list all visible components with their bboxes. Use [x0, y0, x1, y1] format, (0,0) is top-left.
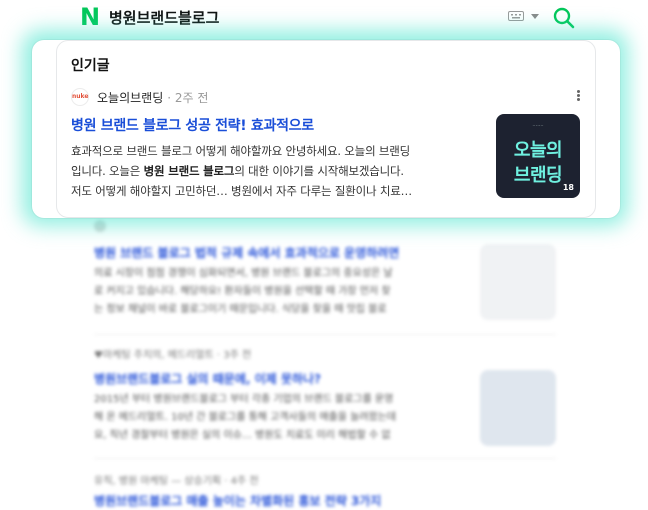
list-item-text: 요, 직년 경찰부터 병원은 실의 이슈… 병원도 치료도 미리 해법할 수 없: [94, 430, 391, 441]
excerpt-line: 입니다. 오늘은 병원 브랜드 블로그의 대한 이야기를 시작해보겠습니다.: [71, 161, 485, 181]
list-item-thumbnail[interactable]: [480, 244, 556, 320]
chevron-down-icon[interactable]: [531, 14, 539, 19]
author-avatar[interactable]: nuke: [71, 88, 89, 106]
list-item-title[interactable]: 병원 브랜드 블로그 법적 규제 속에서 효과적으로 운영하려면: [94, 244, 399, 261]
section-title: 인기글: [71, 58, 110, 74]
list-item-text: 는 정보 채널이 바로 블로그이기 때문입니다. 식당을 찾을 때 맛집 블로: [94, 304, 387, 315]
divider: [94, 334, 556, 335]
list-item-text: 의료 시장이 점점 경쟁이 심화되면서, 병원 브랜드 블로그의 중요성은 날: [94, 268, 393, 279]
image-count-badge: 18: [562, 183, 574, 192]
list-item-thumbnail[interactable]: [480, 370, 556, 446]
naver-logo[interactable]: N: [80, 5, 102, 29]
post-thumbnail[interactable]: ······· 오늘의 브랜딩 18: [496, 114, 580, 198]
excerpt-keyword: 병원 브랜드 블로그: [143, 164, 235, 178]
list-item-author[interactable]: 유직, 병원 마케팅 — 상승기획 · 4주 전: [94, 472, 259, 487]
list-item-title[interactable]: 병원브랜드블로그 실의 때문에, 이제 못하나?: [94, 370, 321, 387]
list-item-text: 해 온 메드리얼트. 10년 간 블로그를 통해 고객사들의 매출을 늘려왔는데: [94, 412, 397, 423]
keyboard-icon[interactable]: [508, 11, 524, 21]
divider: [94, 458, 556, 459]
search-icon[interactable]: [553, 7, 575, 29]
thumbnail-subtitle: ·······: [532, 123, 544, 129]
blurred-results-list: 병원 브랜드 블로그 법적 규제 속에서 효과적으로 운영하려면 의료 시장이 …: [80, 218, 570, 510]
list-item-text: 2015년 부터 병원브랜드블로그 부터 각종 기업의 브랜드 블로그를 운영: [94, 394, 394, 405]
excerpt-line: 효과적으로 브랜드 블로그 어떻게 해야할까요 안녕하세요. 오늘의 브랜딩: [71, 144, 411, 158]
thumbnail-text: 오늘의: [513, 140, 563, 161]
post-author-row[interactable]: nuke 오늘의브랜딩 · 2주 전: [71, 88, 208, 106]
post-title[interactable]: 병원 브랜드 블로그 성공 전략! 효과적으로: [71, 115, 314, 135]
post-time: · 2주 전: [167, 90, 209, 105]
list-item-author[interactable]: ♥마케팅 주치의, 메드리얼트 · 3주 전: [94, 346, 251, 361]
list-item-title[interactable]: 병원브랜드블로그 매출 높이는 차별화된 홍보 전략 3가지: [94, 492, 381, 509]
author-name[interactable]: 오늘의브랜딩: [97, 89, 163, 106]
search-query-text[interactable]: 병원브랜드블로그: [109, 7, 219, 28]
excerpt-text: 입니다. 오늘은: [71, 164, 144, 178]
list-item-text: 로 커지고 있습니다. 해당하요! 환자들이 병원을 선택할 때 가장 먼저 찾: [94, 286, 391, 297]
excerpt-line: 저도 어떻게 해야할지 고민하던… 병원에서 자주 다루는 질환이나 치료…: [71, 184, 412, 198]
more-options-icon[interactable]: [574, 89, 582, 105]
excerpt-text: 의 대한 이야기를 시작해보겠습니다.: [234, 164, 404, 178]
post-excerpt[interactable]: 효과적으로 브랜드 블로그 어떻게 해야할까요 안녕하세요. 오늘의 브랜딩 입…: [71, 141, 485, 201]
